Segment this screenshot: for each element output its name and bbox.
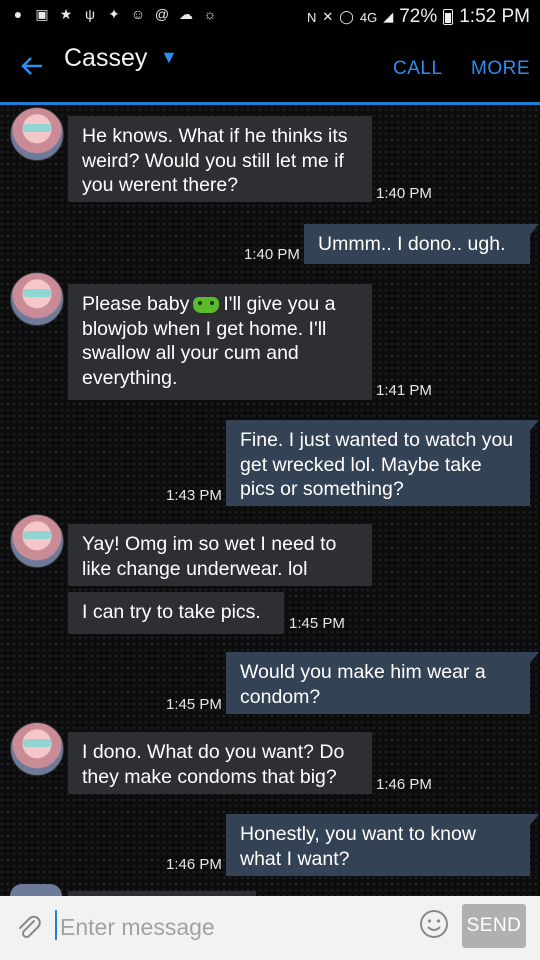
battery-icon — [443, 9, 454, 25]
android-emoji-icon — [193, 296, 220, 313]
message-bubble-outgoing: Fine. I just wanted to watch you get wre… — [226, 420, 539, 506]
cloud-icon: ☁ — [179, 6, 193, 22]
dropdown-caret-icon[interactable]: ▼ — [160, 47, 178, 68]
gallery-icon: ▣ — [35, 6, 49, 22]
email-icon: @ — [154, 6, 170, 22]
contact-avatar[interactable] — [10, 272, 64, 326]
back-arrow-icon[interactable] — [18, 52, 48, 82]
message-text: Please baby — [82, 293, 190, 315]
nfc-icon: N — [307, 9, 317, 25]
alarm-icon: ◯ — [339, 9, 354, 24]
message-bubble-incoming: I can try to take pics. — [68, 592, 284, 634]
usb-icon: ψ — [85, 6, 95, 22]
battery-percent: 72% — [399, 6, 438, 27]
conversation-header: Cassey ▼ CALL MORE — [0, 34, 540, 105]
message-time: 1:46 PM — [166, 856, 222, 873]
network-type: 4G — [359, 9, 378, 25]
message-time: 1:45 PM — [166, 696, 222, 713]
bluetooth-icon: ★ — [59, 6, 73, 22]
message-bubble-outgoing: Honestly, you want to know what I want? — [226, 814, 539, 876]
messenger-icon: ☼ — [203, 6, 217, 22]
system-status: N ✕ ◯ 4G ◢ 72% 1:52 PM — [307, 6, 530, 28]
contact-name[interactable]: Cassey — [64, 44, 147, 73]
message-time: 1:40 PM — [376, 185, 432, 202]
snapchat-icon: ☺ — [130, 6, 146, 22]
contact-avatar — [10, 884, 62, 896]
text-cursor — [55, 910, 57, 940]
location-icon: ● — [13, 6, 23, 22]
message-time: 1:46 PM — [376, 776, 432, 793]
message-bubble-incoming: He knows. What if he thinks its weird? W… — [68, 116, 372, 202]
contact-avatar[interactable] — [10, 107, 64, 161]
message-time: 1:43 PM — [166, 487, 222, 504]
message-time: 1:41 PM — [376, 382, 432, 399]
message-input[interactable] — [58, 908, 402, 946]
message-bubble-incoming: Yay! Omg im so wet I need to like change… — [68, 524, 372, 586]
contact-avatar[interactable] — [10, 514, 64, 568]
contact-avatar[interactable] — [10, 722, 64, 776]
notification-icons: ● ▣ ★ ψ ✦ ☺ @ ☁ ☼ — [10, 6, 218, 22]
emoji-icon[interactable] — [419, 909, 449, 939]
clock: 1:52 PM — [459, 6, 530, 27]
send-button[interactable]: SEND — [462, 904, 526, 948]
call-button[interactable]: CALL — [393, 58, 443, 80]
more-button[interactable]: MORE — [471, 58, 530, 80]
message-time: 1:45 PM — [289, 615, 345, 632]
signal-icon: ◢ — [383, 9, 394, 24]
message-composer: SEND — [0, 896, 540, 960]
status-bar: ● ▣ ★ ψ ✦ ☺ @ ☁ ☼ N ✕ ◯ 4G ◢ 72% 1:52 PM — [0, 0, 540, 34]
message-bubble-outgoing: Ummm.. I dono.. ugh. — [304, 224, 539, 264]
message-bubble-incoming: I dono. What do you want? Do they make c… — [68, 732, 372, 794]
message-time: 1:40 PM — [244, 246, 300, 263]
mute-icon: ✕ — [322, 9, 334, 24]
message-bubble-incoming: Please baby I'll give you a blowjob when … — [68, 284, 372, 400]
attach-icon[interactable] — [14, 912, 44, 942]
message-bubble-outgoing: Would you make him wear a condom? — [226, 652, 539, 714]
twitter-icon: ✦ — [108, 6, 120, 22]
